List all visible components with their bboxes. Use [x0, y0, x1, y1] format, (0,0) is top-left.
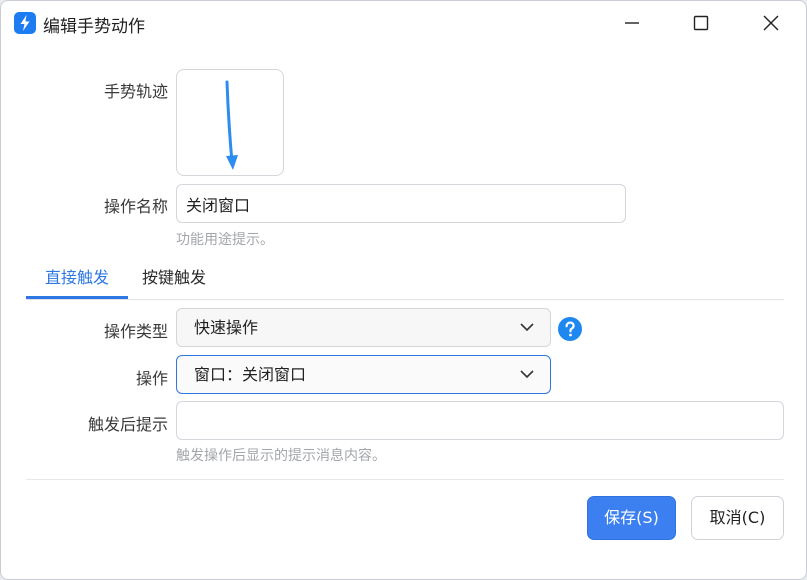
operation-type-value: 快速操作 — [194, 318, 259, 337]
gesture-label: 手势轨迹 — [103, 82, 168, 101]
tip-label: 触发后提示 — [87, 415, 168, 434]
dialog-window: 编辑手势动作 手势轨迹 操作名称 功能用途提示。 直接触发 — [0, 0, 807, 580]
gesture-arrow-icon — [225, 80, 238, 170]
footer-divider — [26, 479, 784, 480]
chevron-down-icon — [520, 370, 534, 379]
operation-value: 窗口：关闭窗口 — [194, 365, 307, 384]
maximize-icon — [693, 15, 709, 31]
tip-hint: 触发操作后显示的提示消息内容。 — [176, 448, 386, 464]
window-title: 编辑手势动作 — [43, 17, 145, 37]
name-hint: 功能用途提示。 — [176, 232, 274, 248]
trigger-tabs: 直接触发 按键触发 — [26, 259, 784, 300]
tab-key-trigger[interactable]: 按键触发 — [138, 259, 210, 299]
close-button[interactable] — [747, 1, 795, 45]
minimize-button[interactable] — [608, 1, 656, 45]
operation-type-select[interactable]: 快速操作 — [176, 308, 551, 347]
name-input[interactable] — [176, 184, 626, 223]
save-button[interactable]: 保存(S) — [587, 496, 676, 540]
gesture-preview — [176, 69, 284, 176]
close-icon — [763, 15, 779, 31]
question-circle-icon[interactable] — [558, 317, 582, 341]
title-bar[interactable]: 编辑手势动作 — [1, 1, 806, 45]
maximize-button[interactable] — [677, 1, 725, 45]
chevron-down-icon — [520, 323, 534, 332]
type-label: 操作类型 — [103, 322, 168, 341]
cancel-button[interactable]: 取消(C) — [691, 496, 784, 540]
action-label: 操作 — [135, 369, 168, 388]
name-label: 操作名称 — [103, 197, 168, 216]
operation-select[interactable]: 窗口：关闭窗口 — [176, 355, 551, 394]
lightning-icon — [14, 12, 36, 34]
tab-direct-trigger[interactable]: 直接触发 — [26, 259, 128, 299]
tip-input[interactable] — [176, 401, 784, 440]
minimize-icon — [625, 22, 639, 24]
